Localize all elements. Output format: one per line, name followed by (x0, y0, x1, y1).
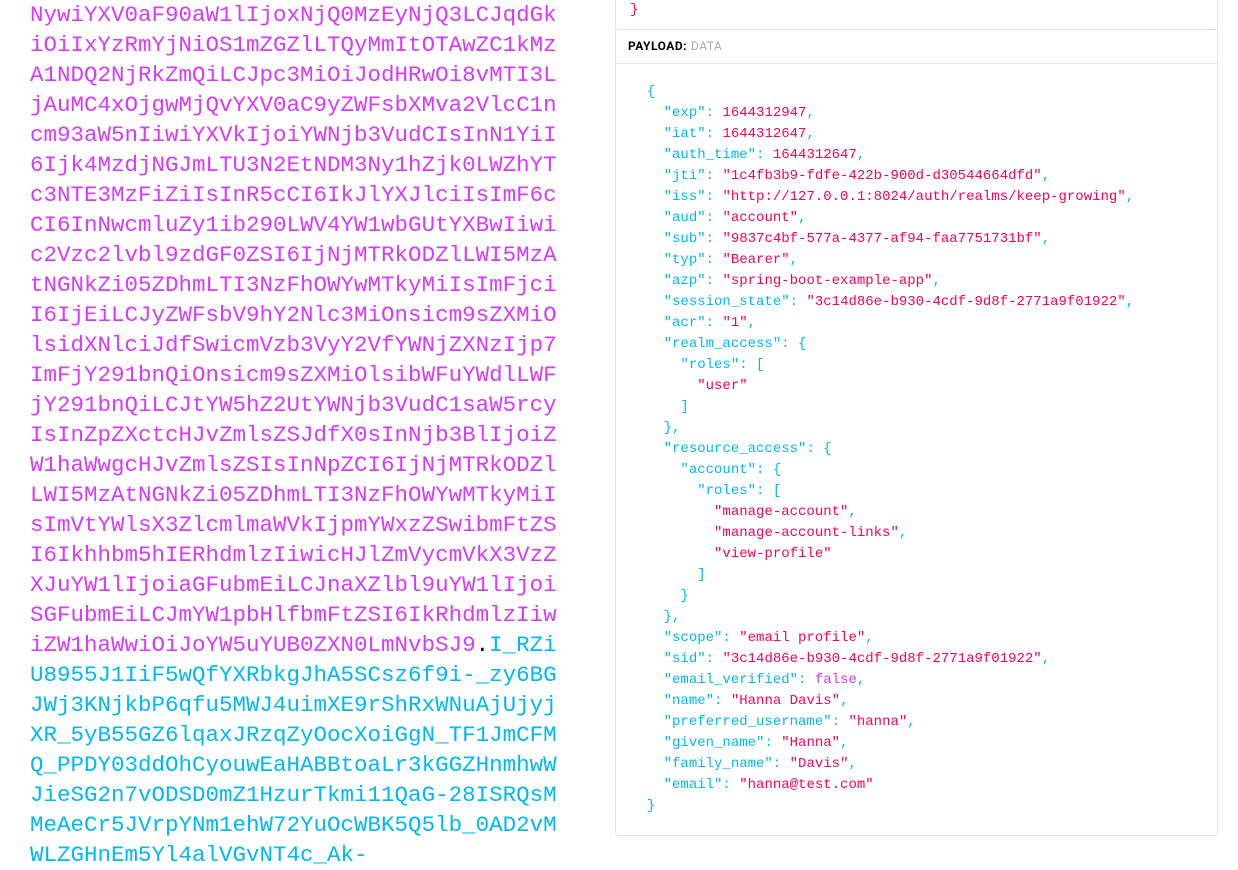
json-line: "acr": "1", (630, 313, 1203, 334)
payload-header-label: PAYLOAD: (628, 39, 687, 53)
payload-header-sub: DATA (691, 39, 722, 53)
header-panel-remnant: } (615, 0, 1218, 30)
json-line: "iat": 1644312647, (630, 124, 1203, 145)
decoded-panel: } PAYLOAD: DATA { "exp": 1644312947, "ia… (600, 0, 1238, 860)
json-line: "manage-account", (630, 502, 1203, 523)
encoded-token-panel: NywiYXV0aF90aW1lIjoxNjQ0MzEyNjQ3LCJqdGki… (0, 0, 600, 860)
json-line: "manage-account-links", (630, 523, 1203, 544)
json-line: "typ": "Bearer", (630, 250, 1203, 271)
json-line: "sub": "9837c4bf-577a-4377-af94-faa77517… (630, 229, 1203, 250)
encoded-token-textarea[interactable]: NywiYXV0aF90aW1lIjoxNjQ0MzEyNjQ3LCJqdGki… (30, 0, 570, 870)
header-json-fragment: } (616, 0, 1217, 29)
json-line: "scope": "email profile", (630, 628, 1203, 649)
json-line: { (630, 82, 1203, 103)
json-line: } (630, 796, 1203, 817)
json-line: "family_name": "Davis", (630, 754, 1203, 775)
token-separator-dot: . (476, 632, 490, 658)
json-line: "email": "hanna@test.com" (630, 775, 1203, 796)
payload-panel: PAYLOAD: DATA { "exp": 1644312947, "iat"… (615, 29, 1218, 836)
token-signature-segment: I_RZiU8955J1IiF5wQfYXRbkgJhA5SCsz6f9i-_z… (30, 632, 557, 868)
json-line: "exp": 1644312947, (630, 103, 1203, 124)
json-line: ] (630, 397, 1203, 418)
json-line: "email_verified": false, (630, 670, 1203, 691)
json-line: } (630, 586, 1203, 607)
json-line: "resource_access": { (630, 439, 1203, 460)
json-line: "azp": "spring-boot-example-app", (630, 271, 1203, 292)
json-line: "auth_time": 1644312647, (630, 145, 1203, 166)
json-line: "session_state": "3c14d86e-b930-4cdf-9d8… (630, 292, 1203, 313)
payload-json-body[interactable]: { "exp": 1644312947, "iat": 1644312647, … (616, 64, 1217, 835)
json-line: "jti": "1c4fb3b9-fdfe-422b-900d-d3054466… (630, 166, 1203, 187)
token-payload-segment: NywiYXV0aF90aW1lIjoxNjQ0MzEyNjQ3LCJqdGki… (30, 2, 557, 658)
json-line: }, (630, 607, 1203, 628)
json-line: "given_name": "Hanna", (630, 733, 1203, 754)
json-line: ] (630, 565, 1203, 586)
json-line: "sid": "3c14d86e-b930-4cdf-9d8f-2771a9f0… (630, 649, 1203, 670)
json-line: "roles": [ (630, 355, 1203, 376)
json-line: "user" (630, 376, 1203, 397)
json-line: }, (630, 418, 1203, 439)
json-line: "name": "Hanna Davis", (630, 691, 1203, 712)
json-line: "realm_access": { (630, 334, 1203, 355)
json-line: "roles": [ (630, 481, 1203, 502)
json-line: "iss": "http://127.0.0.1:8024/auth/realm… (630, 187, 1203, 208)
payload-panel-header: PAYLOAD: DATA (616, 29, 1217, 64)
json-line: "aud": "account", (630, 208, 1203, 229)
json-line: "preferred_username": "hanna", (630, 712, 1203, 733)
json-line: "view-profile" (630, 544, 1203, 565)
json-line: "account": { (630, 460, 1203, 481)
jwt-debugger-view: NywiYXV0aF90aW1lIjoxNjQ0MzEyNjQ3LCJqdGki… (0, 0, 1238, 860)
json-close-brace: } (630, 2, 638, 18)
